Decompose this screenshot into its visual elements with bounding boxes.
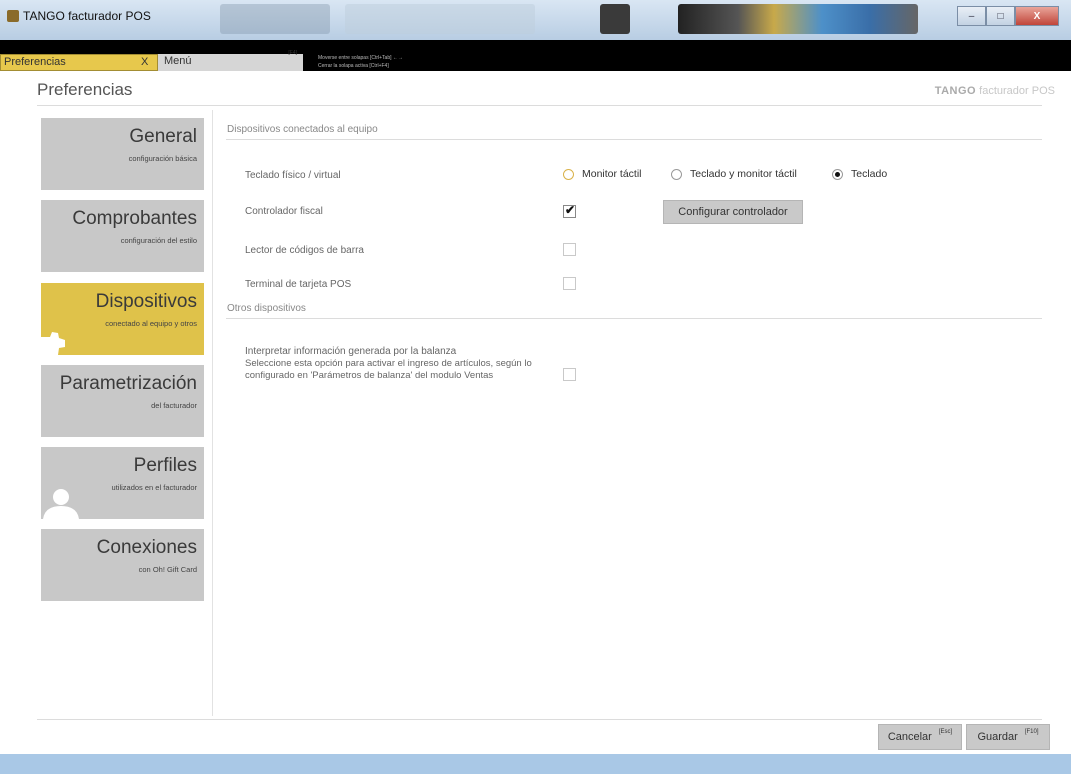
nav-card-title: Comprobantes [72,208,197,229]
window-title-bar: TANGO facturador POS – □ X [0,0,1071,40]
footer-divider [37,719,1042,720]
status-bar [0,754,1071,774]
save-label: Guardar [977,731,1018,743]
radio-label: Teclado [851,168,888,180]
nav-card-dispositivos[interactable]: Dispositivos conectado al equipo y otros [41,283,204,355]
nav-card-comprobantes[interactable]: Comprobantes configuración del estilo [41,200,204,272]
cancel-button[interactable]: Cancelar [Esc] [878,724,962,750]
terminal-label: Terminal de tarjeta POS [245,279,352,290]
gear-icon [41,332,65,355]
nav-card-subtitle: configuración básica [128,154,197,163]
shortcut-hint: [Esc] [938,729,953,735]
radio-button[interactable] [832,168,843,180]
taskbar-thumbnail [220,4,330,34]
controlador-checkbox[interactable]: ✔ [563,203,576,218]
nav-card-title: General [129,126,197,147]
minimize-button[interactable]: – [957,6,986,26]
brand-wordmark: TANGO [934,85,977,97]
nav-card-title: Perfiles [133,455,197,476]
header-divider [37,105,1042,106]
balanza-title: Interpretar información generada por la … [245,346,457,357]
nav-card-title: Parametrización [59,373,197,394]
radio-button[interactable] [671,168,682,180]
hint-switch-tabs: Moverse entre solapas [Ctrl+Tab] ←→ [318,55,403,61]
nav-card-title: Conexiones [96,537,197,558]
nav-card-subtitle: configuración del estilo [120,236,197,245]
radio-label: Teclado y monitor táctil [690,168,797,180]
hint-close-tab: Cerrar la solapa activa [Ctrl+F4] [318,63,389,69]
radio-button[interactable] [563,168,574,180]
cancel-label: Cancelar [887,731,932,743]
tab-preferencias[interactable]: Preferencias X [0,54,158,71]
section-divider [226,318,1042,319]
nav-card-conexiones[interactable]: Conexiones con Oh! Gift Card [41,529,204,601]
check-icon: ✔ [565,203,576,217]
terminal-checkbox[interactable] [563,277,576,290]
page-title: Preferencias [37,80,133,99]
section-divider [226,139,1042,140]
nav-card-subtitle: utilizados en el facturador [111,483,197,492]
shortcut-hint: [F4] [288,50,297,56]
taskbar-thumbnail [600,4,630,34]
brand-text: facturador POS [979,85,1055,97]
close-window-button[interactable]: X [1015,6,1059,26]
radio-monitor-tactil[interactable]: Monitor táctil [563,168,642,180]
taskbar-thumbnail [345,4,535,34]
nav-card-general[interactable]: General configuración básica [41,118,204,190]
user-icon [43,489,79,519]
tab-label: Menú [164,55,192,67]
balanza-help-text: Seleccione esta opción para activar el i… [245,358,532,381]
nav-card-parametrizacion[interactable]: Parametrización del facturador [41,365,204,437]
nav-card-perfiles[interactable]: Perfiles utilizados en el facturador [41,447,204,519]
radio-label: Monitor táctil [582,168,642,180]
lector-checkbox[interactable] [563,243,576,256]
nav-card-subtitle: del facturador [151,401,197,410]
save-button[interactable]: Guardar [F10] [966,724,1050,750]
radio-teclado[interactable]: Teclado [832,168,887,180]
section-title-connected: Dispositivos conectados al equipo [227,124,378,135]
tab-label: Preferencias [4,56,66,68]
balanza-checkbox[interactable] [563,368,576,381]
section-title-other: Otros dispositivos [227,303,306,314]
radio-teclado-y-monitor[interactable]: Teclado y monitor táctil [671,168,797,180]
taskbar-thumbnail [678,4,918,34]
nav-card-title: Dispositivos [95,291,197,312]
tab-close-icon[interactable]: X [141,56,148,68]
controlador-label: Controlador fiscal [245,206,323,217]
nav-card-subtitle: conectado al equipo y otros [105,319,197,328]
maximize-button[interactable]: □ [986,6,1015,26]
nav-divider [212,110,213,716]
teclado-label: Teclado físico / virtual [245,170,341,181]
configurar-controlador-button[interactable]: Configurar controlador [663,200,803,224]
shortcut-hint: [F10] [1024,729,1039,735]
app-icon [7,10,19,22]
tab-menu[interactable]: Menú [F4] [158,50,303,71]
nav-card-subtitle: con Oh! Gift Card [138,565,197,574]
tab-strip: Preferencias X Menú [F4] Moverse entre s… [0,40,1071,71]
balanza-description: Interpretar información generada por la … [245,346,545,382]
keyboard-hints: Moverse entre solapas [Ctrl+Tab] ←→ Cerr… [318,54,403,70]
brand-logo: TANGO facturador POS [935,85,1055,97]
window-title: TANGO facturador POS [23,9,151,23]
lector-label: Lector de códigos de barra [245,245,364,256]
